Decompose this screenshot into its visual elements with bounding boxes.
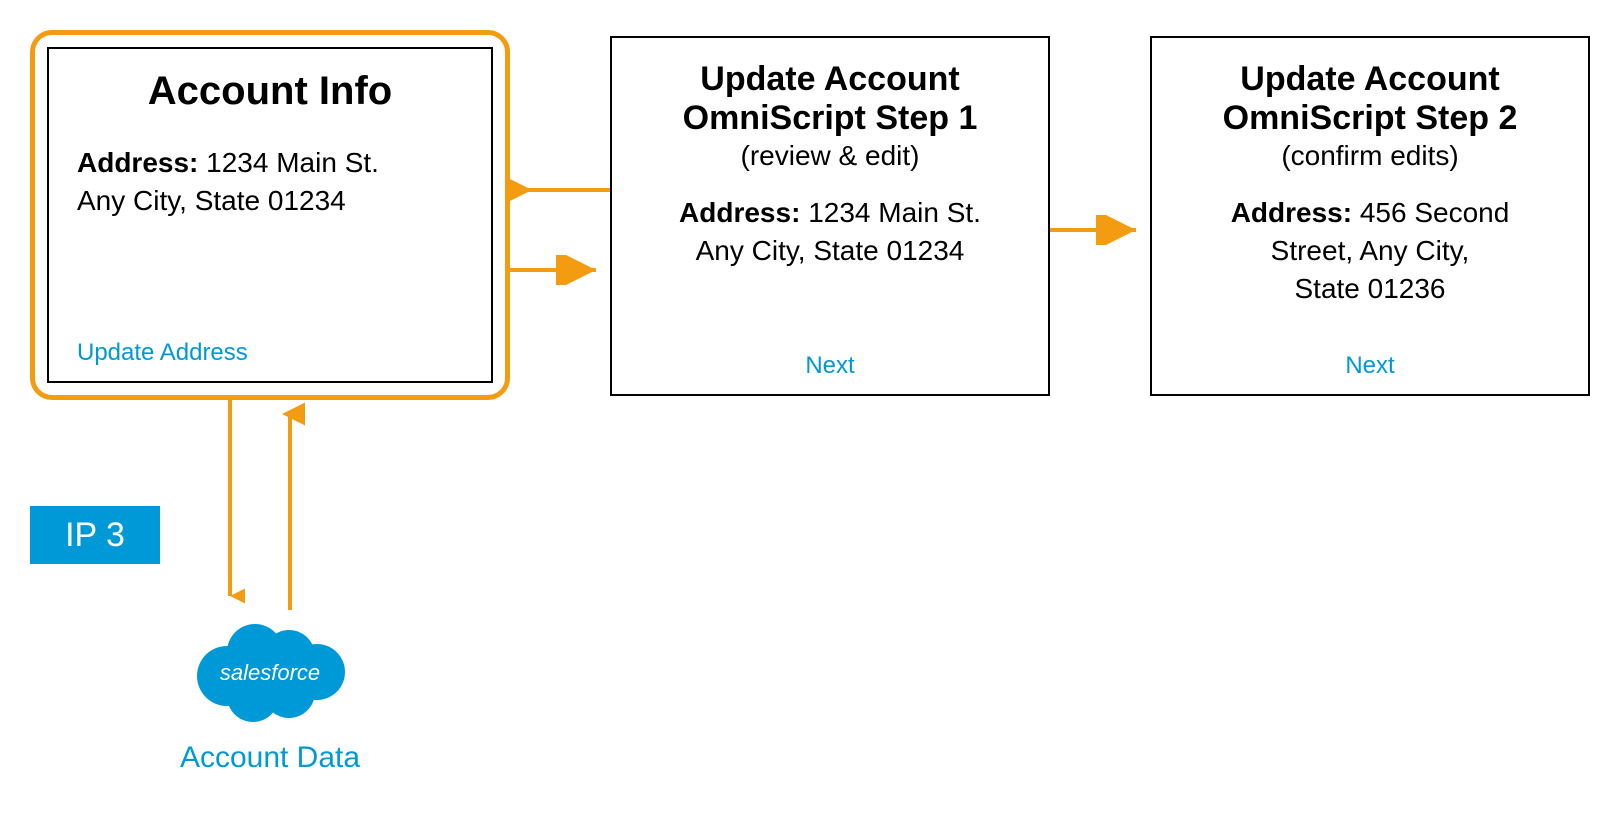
flow-diagram: Account Info Address: 1234 Main St. Any … <box>10 10 1590 811</box>
card3-title: Update Account OmniScript Step 2 <box>1176 60 1564 138</box>
card2-subtitle: (review & edit) <box>636 140 1024 172</box>
card2-address: Address: 1234 Main St. Any City, State 0… <box>636 194 1024 270</box>
card1-address-line1: 1234 Main St. <box>206 147 379 178</box>
arrow-card2-to-card3 <box>1050 215 1150 245</box>
arrow-card1-to-card2 <box>510 255 610 285</box>
card3-address-line3: State 01236 <box>1294 273 1445 304</box>
card1-address-label: Address: <box>77 147 198 178</box>
card3-address-rest1: 456 Second <box>1360 197 1509 228</box>
arrow-card2-to-card1 <box>510 175 610 205</box>
account-data-label: Account Data <box>170 741 370 775</box>
card3-subtitle: (confirm edits) <box>1176 140 1564 172</box>
salesforce-cloud-icon: salesforce <box>185 610 355 730</box>
card2-address-line1: 1234 Main St. <box>808 197 981 228</box>
card1-title: Account Info <box>77 69 463 114</box>
card2-address-label: Address: <box>679 197 800 228</box>
card-step1: Update Account OmniScript Step 1 (review… <box>610 36 1050 396</box>
ip3-badge: IP 3 <box>30 506 160 564</box>
card3-next-link[interactable]: Next <box>1176 342 1564 380</box>
arrow-salesforce-up <box>275 400 305 610</box>
card1-address: Address: 1234 Main St. Any City, State 0… <box>77 144 463 220</box>
salesforce-block: salesforce Account Data <box>170 610 370 775</box>
card-step2: Update Account OmniScript Step 2 (confir… <box>1150 36 1590 396</box>
card3-address-line2: Street, Any City, <box>1271 235 1470 266</box>
card1-address-line2: Any City, State 01234 <box>77 185 346 216</box>
card2-address-line2: Any City, State 01234 <box>696 235 965 266</box>
card-account-info-highlight: Account Info Address: 1234 Main St. Any … <box>30 30 510 400</box>
arrow-card1-down <box>215 400 245 610</box>
card2-next-link[interactable]: Next <box>636 342 1024 380</box>
card3-address: Address: 456 Second Street, Any City, St… <box>1176 194 1564 307</box>
salesforce-brand-text: salesforce <box>220 660 320 685</box>
update-address-link[interactable]: Update Address <box>77 319 463 367</box>
card-account-info: Account Info Address: 1234 Main St. Any … <box>47 47 493 383</box>
card2-title: Update Account OmniScript Step 1 <box>636 60 1024 138</box>
card3-address-label: Address: <box>1231 197 1352 228</box>
